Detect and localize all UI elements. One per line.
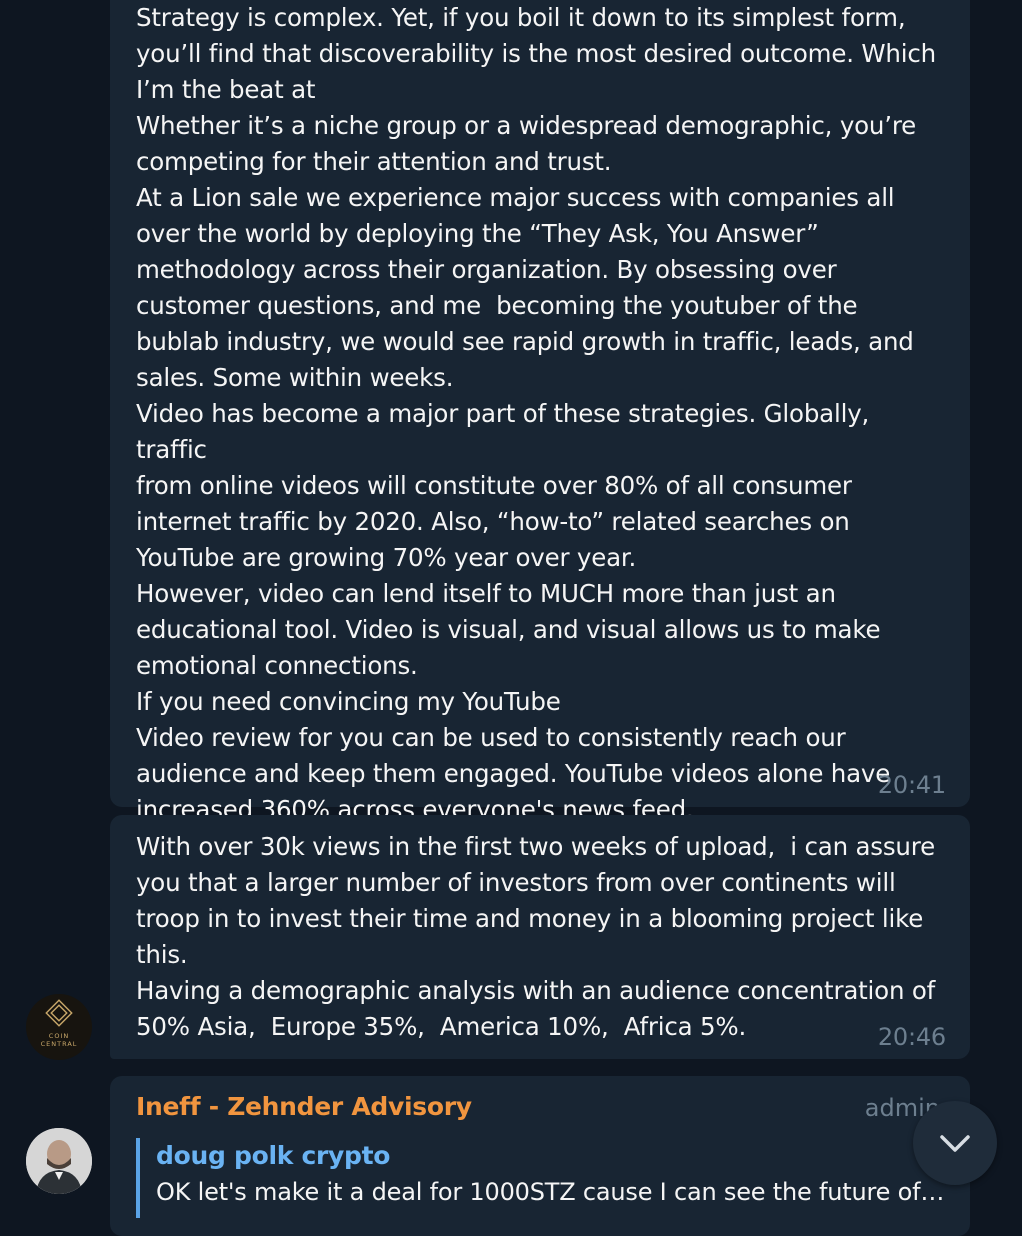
message-text: Strategy is complex. Yet, if you boil it… bbox=[136, 3, 936, 824]
sender-avatar-coin-central[interactable]: COIN CENTRAL bbox=[26, 994, 92, 1060]
message-time: 20:41 bbox=[877, 771, 946, 799]
message-bubble[interactable]: Ineff - Zehnder Advisory admin doug polk… bbox=[110, 1076, 970, 1236]
sender-avatar[interactable] bbox=[26, 1128, 92, 1194]
sender-name[interactable]: Ineff - Zehnder Advisory bbox=[136, 1092, 472, 1121]
message-bubble[interactable]: Strategy is complex. Yet, if you boil it… bbox=[110, 0, 970, 824]
reply-author: doug polk crypto bbox=[156, 1141, 391, 1170]
svg-text:CENTRAL: CENTRAL bbox=[41, 1040, 78, 1048]
message-time: 20:46 bbox=[877, 1023, 946, 1051]
diamond-logo-icon: COIN CENTRAL bbox=[41, 999, 78, 1048]
reply-text: OK let's make it a deal for 1000STZ caus… bbox=[156, 1178, 945, 1206]
message-text: With over 30k views in the first two wee… bbox=[136, 832, 936, 1041]
message-bubble[interactable]: With over 30k views in the first two wee… bbox=[110, 815, 970, 1059]
chevron-down-icon bbox=[940, 1135, 970, 1152]
scroll-down-button[interactable] bbox=[913, 1101, 997, 1185]
person-photo bbox=[26, 1128, 92, 1194]
reply-quote[interactable]: doug polk crypto OK let's make it a deal… bbox=[136, 1138, 956, 1218]
svg-text:COIN: COIN bbox=[49, 1032, 69, 1040]
